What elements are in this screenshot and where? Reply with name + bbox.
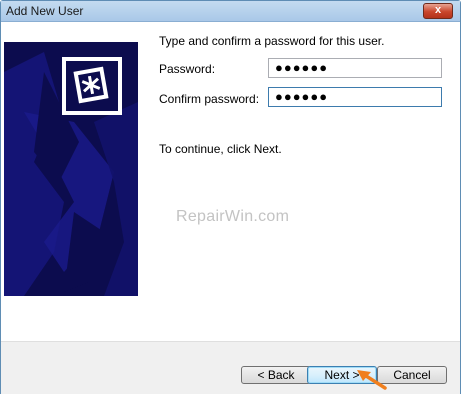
close-button[interactable]: x (423, 3, 453, 19)
confirm-password-label: Confirm password: (159, 92, 260, 106)
back-button[interactable]: < Back (241, 366, 311, 384)
password-label: Password: (159, 62, 216, 76)
watermark: RepairWin.com (176, 208, 290, 225)
window-title: Add New User (6, 4, 84, 18)
add-new-user-window: Add New User x Type and confirm a passwo… (0, 0, 461, 394)
wizard-content: Type and confirm a password for this use… (1, 22, 460, 340)
wizard-banner (4, 42, 138, 296)
continue-text: To continue, click Next. (159, 142, 282, 156)
instructions-text: Type and confirm a password for this use… (159, 34, 385, 48)
user-key-icon (62, 57, 122, 115)
pointer-arrow-icon (357, 370, 387, 390)
close-icon: x (434, 4, 442, 16)
title-bar[interactable]: Add New User x (1, 1, 460, 22)
confirm-password-field[interactable]: ●●●●●● (268, 87, 442, 107)
password-field[interactable]: ●●●●●● (268, 58, 442, 78)
